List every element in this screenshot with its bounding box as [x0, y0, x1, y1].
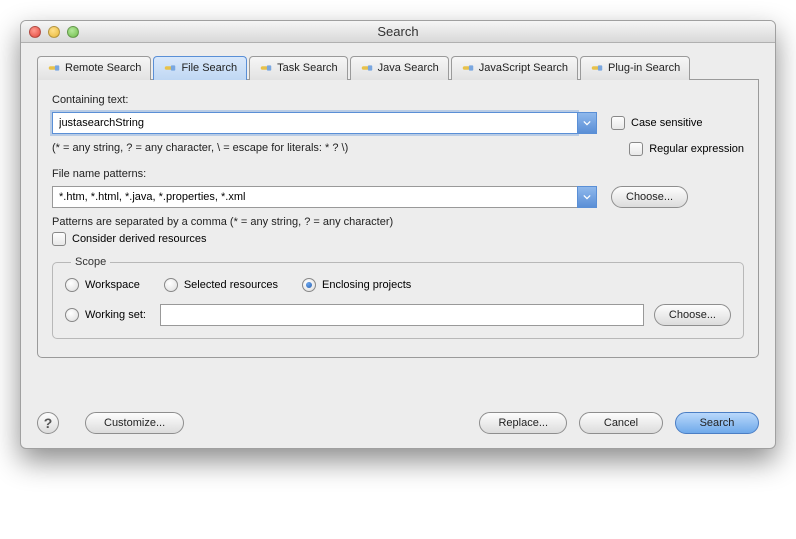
tab-remote-search[interactable]: Remote Search	[37, 56, 151, 80]
file-patterns-combo[interactable]	[52, 186, 597, 208]
scope-workingset-radio[interactable]: Working set:	[65, 308, 146, 322]
customize-button[interactable]: Customize...	[85, 412, 184, 434]
titlebar: Search	[21, 21, 775, 43]
cancel-button[interactable]: Cancel	[579, 412, 663, 434]
radio-icon	[65, 308, 79, 322]
dialog-footer: ? Customize... Replace... Cancel Search	[21, 412, 775, 448]
file-search-panel: Containing text: Case sensitive (* = any…	[37, 80, 759, 358]
tab-file-search[interactable]: File Search	[153, 56, 247, 80]
flashlight-icon	[590, 61, 604, 75]
flashlight-icon	[47, 61, 61, 75]
scope-enclosing-radio[interactable]: Enclosing projects	[302, 278, 411, 292]
replace-button[interactable]: Replace...	[479, 412, 567, 434]
choose-workingset-button[interactable]: Choose...	[654, 304, 731, 326]
workingset-input[interactable]	[160, 304, 644, 326]
choose-patterns-button[interactable]: Choose...	[611, 186, 688, 208]
flashlight-icon	[259, 61, 273, 75]
radio-icon	[302, 278, 316, 292]
file-patterns-label: File name patterns:	[52, 168, 744, 180]
tab-java-search[interactable]: Java Search	[350, 56, 449, 80]
scope-legend: Scope	[71, 256, 110, 268]
containing-text-hint: (* = any string, ? = any character, \ = …	[52, 142, 348, 154]
patterns-hint: Patterns are separated by a comma (* = a…	[52, 216, 744, 228]
checkbox-icon	[52, 232, 66, 246]
containing-text-combo[interactable]	[52, 112, 597, 134]
scope-group: Scope Workspace Selected resources Enclo…	[52, 256, 744, 339]
containing-text-dropdown[interactable]	[577, 112, 597, 134]
flashlight-icon	[360, 61, 374, 75]
regex-checkbox[interactable]: Regular expression	[629, 142, 744, 156]
containing-text-input[interactable]	[52, 112, 577, 134]
tab-task-search[interactable]: Task Search	[249, 56, 348, 80]
flashlight-icon	[163, 61, 177, 75]
file-patterns-dropdown[interactable]	[577, 186, 597, 208]
search-tabs: Remote Search File Search Task Search Ja…	[37, 55, 759, 80]
tab-plugin-search[interactable]: Plug-in Search	[580, 56, 690, 80]
flashlight-icon	[461, 61, 475, 75]
tab-javascript-search[interactable]: JavaScript Search	[451, 56, 578, 80]
close-icon[interactable]	[29, 26, 41, 38]
containing-text-label: Containing text:	[52, 94, 744, 106]
chevron-down-icon	[583, 193, 591, 201]
zoom-icon[interactable]	[67, 26, 79, 38]
scope-workspace-radio[interactable]: Workspace	[65, 278, 140, 292]
derived-checkbox[interactable]: Consider derived resources	[52, 232, 744, 246]
window-title: Search	[21, 24, 775, 39]
checkbox-icon	[629, 142, 643, 156]
chevron-down-icon	[583, 119, 591, 127]
checkbox-icon	[611, 116, 625, 130]
radio-icon	[65, 278, 79, 292]
search-button[interactable]: Search	[675, 412, 759, 434]
minimize-icon[interactable]	[48, 26, 60, 38]
file-patterns-input[interactable]	[52, 186, 577, 208]
help-button[interactable]: ?	[37, 412, 59, 434]
radio-icon	[164, 278, 178, 292]
case-sensitive-checkbox[interactable]: Case sensitive	[611, 116, 703, 130]
search-dialog: Search Remote Search File Search Task Se…	[20, 20, 776, 449]
scope-selected-radio[interactable]: Selected resources	[164, 278, 278, 292]
